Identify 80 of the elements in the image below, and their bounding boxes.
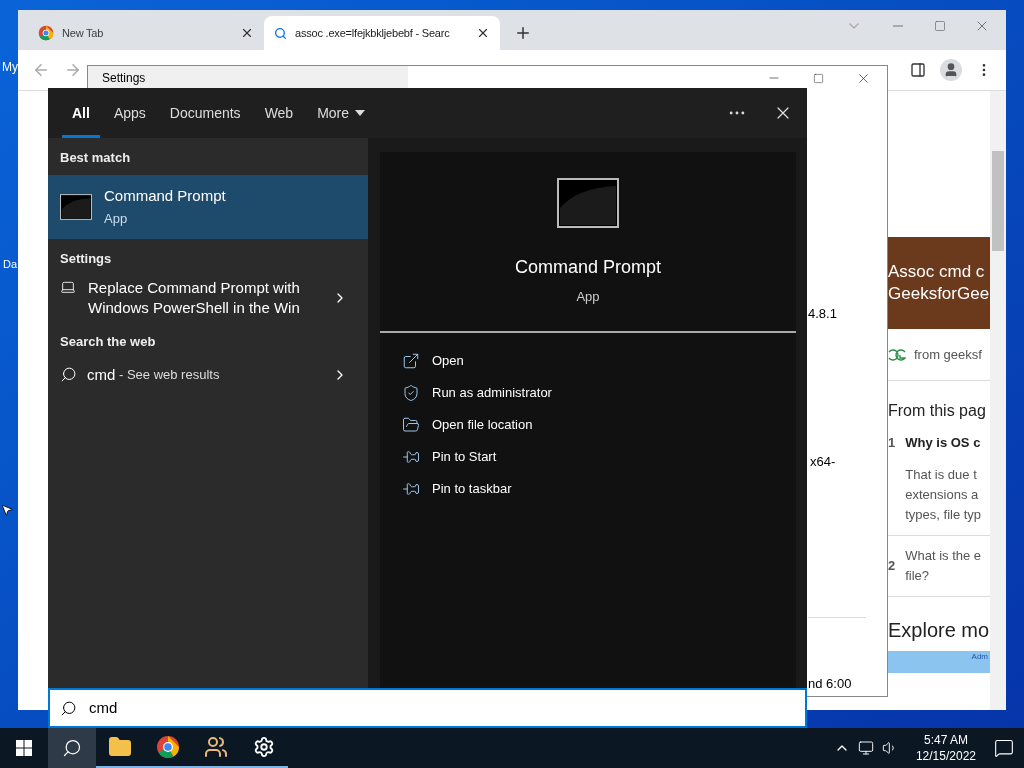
settings-text: 4.8.1 — [808, 305, 838, 323]
settings-result[interactable]: Replace Command Prompt with Windows PowerShell in the Win — [48, 278, 368, 318]
date-text: 12/15/2022 — [915, 748, 976, 764]
question-number: 2 — [888, 556, 896, 575]
preview-subtitle: App — [576, 288, 600, 306]
tab-title: New Tab — [62, 25, 105, 41]
tab-title: assoc .exe=lfejkbkljebebf - Searc — [295, 25, 451, 41]
action-item[interactable]: Open — [402, 350, 774, 371]
search-tab[interactable]: Web — [254, 88, 304, 138]
settings-text: x64- — [810, 452, 837, 471]
web-hint: - See web results — [117, 366, 220, 384]
folder-icon — [402, 415, 420, 434]
source-text: from geeksf — [914, 345, 982, 364]
section-title: From this pag — [888, 401, 987, 421]
search-tab[interactable]: Apps — [103, 88, 156, 138]
browser-tab[interactable]: assoc .exe=lfejkbkljebebf - Searc — [264, 16, 500, 50]
action-item[interactable]: Run as administrator — [402, 382, 774, 403]
clock[interactable]: 5:47 AM 12/15/2022 — [915, 732, 976, 764]
banner-title: GeeksforGee — [888, 284, 990, 304]
search-icon — [60, 699, 77, 717]
question-title: Why is OS c — [905, 434, 982, 452]
search-tab[interactable]: Documents — [159, 88, 251, 138]
answer-text: That is due t — [905, 465, 978, 484]
maximize-icon[interactable] — [813, 72, 824, 84]
search-icon — [274, 26, 287, 40]
side-panel-icon[interactable] — [910, 62, 926, 78]
search-icon — [60, 366, 77, 384]
open-window-icon — [402, 351, 420, 370]
close-icon[interactable] — [240, 26, 254, 40]
windows-logo-icon — [16, 740, 32, 756]
profile-icon[interactable] — [940, 59, 962, 81]
desktop-icon-label: My — [2, 59, 18, 76]
close-icon[interactable] — [476, 26, 490, 40]
action-item[interactable]: Open file location — [402, 414, 774, 435]
command-prompt-icon — [557, 178, 619, 228]
site-logo-icon — [888, 348, 906, 361]
people-icon — [204, 735, 228, 759]
section-heading: Best match — [59, 149, 132, 167]
browser-tab[interactable]: New Tab — [28, 16, 264, 50]
command-prompt-icon — [60, 193, 92, 220]
answer-text: extensions a — [905, 485, 980, 504]
display-icon — [60, 279, 76, 295]
desktop-icon-label: Da — [3, 257, 18, 272]
web-query: cmd — [87, 364, 116, 385]
question-title: file? — [905, 566, 931, 585]
question-title: What is the e — [905, 546, 982, 565]
gear-icon — [253, 736, 275, 758]
search-icon — [62, 738, 82, 758]
result-title: Command Prompt — [104, 185, 226, 206]
new-tab-icon[interactable] — [514, 24, 532, 42]
network-icon[interactable] — [857, 740, 874, 756]
shield-icon — [402, 383, 420, 402]
result-subtitle: App — [104, 210, 129, 228]
question-number: 1 — [888, 434, 896, 452]
banner-title: Assoc cmd c — [888, 262, 986, 282]
settings-text: nd 6:00 — [808, 675, 853, 693]
action-item[interactable]: Pin to taskbar — [402, 478, 774, 499]
taskbar-button[interactable] — [48, 728, 96, 768]
preview-title: Command Prompt — [514, 256, 662, 279]
dropdown-icon — [355, 110, 366, 116]
section-title: Explore mo — [888, 617, 990, 643]
window-title: Settings — [102, 70, 146, 87]
notifications-icon[interactable] — [994, 738, 1014, 758]
thumbnail-label: Adm — [971, 650, 988, 663]
result-title: Replace Command Prompt with — [88, 278, 301, 298]
best-match-result[interactable]: Command Prompt App — [48, 174, 368, 239]
time-text: 5:47 AM — [923, 732, 968, 748]
action-item[interactable]: Pin to Start — [402, 446, 774, 467]
answer-text: types, file typ — [905, 505, 982, 524]
search-tab[interactable]: More — [307, 88, 376, 138]
search-field[interactable]: cmd — [48, 688, 807, 728]
chrome-icon — [38, 25, 54, 41]
section-heading: Search the web — [59, 333, 157, 351]
web-result[interactable]: cmd - See web results — [48, 363, 368, 386]
result-title: Windows PowerShell in the Win — [88, 298, 301, 318]
scrollbar[interactable] — [990, 91, 1006, 710]
search-query: cmd — [89, 697, 118, 718]
chrome-icon — [156, 735, 180, 759]
folder-icon — [108, 735, 132, 759]
section-heading: Settings — [59, 249, 113, 268]
